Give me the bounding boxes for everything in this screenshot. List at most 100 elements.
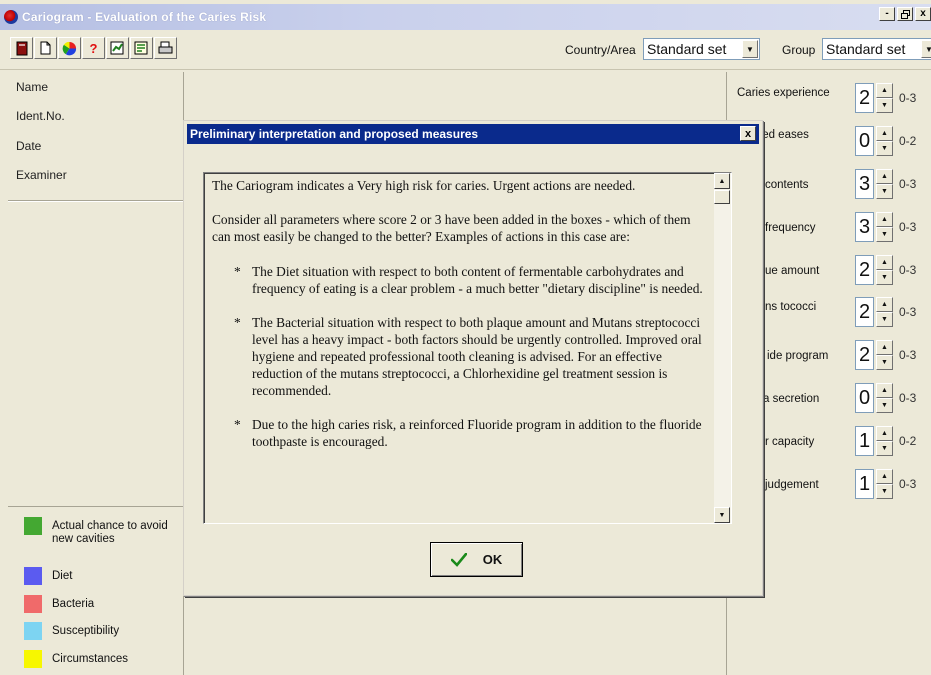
list-item: * The Diet situation with respect to bot… — [230, 263, 712, 297]
scroll-thumb[interactable] — [714, 190, 730, 204]
spinner: ▲ ▼ — [876, 212, 893, 242]
increment-button[interactable]: ▲ — [876, 126, 893, 141]
spinner: ▲ ▼ — [876, 469, 893, 499]
text-button[interactable] — [130, 37, 153, 59]
param-value[interactable]: 1 — [855, 426, 874, 456]
scroll-up-button[interactable]: ▲ — [714, 173, 730, 189]
chevron-down-icon[interactable]: ▼ — [921, 40, 931, 58]
param-diet-contents: contents 3 ▲ ▼ 0-3 — [737, 168, 931, 202]
param-value[interactable]: 3 — [855, 169, 874, 199]
decrement-button[interactable]: ▼ — [876, 184, 893, 199]
bullet-marker: * — [234, 315, 241, 330]
param-value[interactable]: 2 — [855, 297, 874, 327]
decrement-button[interactable]: ▼ — [876, 227, 893, 242]
param-range: 0-3 — [899, 477, 917, 491]
measures-list: * The Diet situation with respect to bot… — [212, 263, 712, 450]
restore-icon — [900, 9, 910, 19]
param-range: 0-3 — [899, 305, 917, 319]
decrement-button[interactable]: ▼ — [876, 355, 893, 370]
param-label: Caries experience — [737, 87, 830, 99]
pie-chart-button[interactable] — [58, 37, 81, 59]
decrement-button[interactable]: ▼ — [876, 484, 893, 499]
spinner: ▲ ▼ — [876, 297, 893, 327]
param-value[interactable]: 2 — [855, 83, 874, 113]
param-buffer-capacity: r capacity 1 ▲ ▼ 0-2 — [737, 425, 931, 459]
increment-button[interactable]: ▲ — [876, 340, 893, 355]
country-area-value: Standard set — [647, 41, 727, 57]
dialog-titlebar[interactable]: Preliminary interpretation and proposed … — [187, 124, 759, 144]
increment-button[interactable]: ▲ — [876, 212, 893, 227]
ok-button[interactable]: OK — [430, 542, 523, 577]
dialog-close-button[interactable]: x — [740, 126, 756, 141]
increment-button[interactable]: ▲ — [876, 169, 893, 184]
new-document-button[interactable] — [34, 37, 57, 59]
restore-button[interactable] — [897, 7, 913, 21]
param-plaque-amount: ue amount 2 ▲ ▼ 0-3 — [737, 254, 931, 288]
chevron-down-icon[interactable]: ▼ — [742, 40, 758, 58]
ok-label: OK — [482, 552, 503, 567]
minimize-button[interactable]: - — [879, 7, 895, 21]
param-caries-experience: Caries experience 2 ▲ ▼ 0-3 — [737, 82, 931, 116]
decrement-button[interactable]: ▼ — [876, 141, 893, 156]
legend-swatch — [24, 517, 42, 535]
window-title: Cariogram - Evaluation of the Caries Ris… — [22, 10, 267, 24]
decrement-button[interactable]: ▼ — [876, 312, 893, 327]
group-select[interactable]: Standard set ▼ — [822, 38, 931, 60]
country-area-label: Country/Area — [565, 43, 636, 57]
close-icon: x — [744, 127, 752, 140]
param-range: 0-3 — [899, 348, 917, 362]
interpretation-dialog: Preliminary interpretation and proposed … — [183, 120, 763, 596]
close-button[interactable]: x — [915, 7, 931, 21]
print-button[interactable] — [154, 37, 177, 59]
window-titlebar[interactable]: Cariogram - Evaluation of the Caries Ris… — [0, 4, 931, 30]
book-button[interactable] — [10, 37, 33, 59]
legend-label: Diet — [52, 570, 73, 582]
param-value[interactable]: 0 — [855, 126, 874, 156]
legend-item-circumstances: Circumstances — [24, 650, 128, 668]
ident-no-label: Ident.No. — [16, 109, 65, 124]
decrement-button[interactable]: ▼ — [876, 441, 893, 456]
spinner: ▲ ▼ — [876, 340, 893, 370]
new-document-icon — [40, 41, 51, 55]
decrement-button[interactable]: ▼ — [876, 98, 893, 113]
legend-item-bacteria: Bacteria — [24, 595, 94, 613]
vertical-scrollbar[interactable]: ▲ ▼ — [714, 173, 731, 523]
increment-button[interactable]: ▲ — [876, 297, 893, 312]
spinner: ▲ ▼ — [876, 426, 893, 456]
text-icon — [134, 41, 148, 55]
pie-chart-icon — [62, 41, 77, 55]
param-value[interactable]: 3 — [855, 212, 874, 242]
param-range: 0-3 — [899, 220, 917, 234]
country-area-select[interactable]: Standard set ▼ — [643, 38, 760, 60]
decrement-button[interactable]: ▼ — [876, 270, 893, 285]
increment-button[interactable]: ▲ — [876, 255, 893, 270]
param-value[interactable]: 1 — [855, 469, 874, 499]
param-range: 0-2 — [899, 134, 917, 148]
increment-button[interactable]: ▲ — [876, 426, 893, 441]
increment-button[interactable]: ▲ — [876, 469, 893, 484]
spinner: ▲ ▼ — [876, 126, 893, 156]
edit-chart-button[interactable] — [106, 37, 129, 59]
interpretation-text-box[interactable]: The Cariogram indicates a Very high risk… — [203, 172, 732, 524]
bullet-marker: * — [234, 264, 241, 279]
legend-label: Bacteria — [52, 598, 95, 610]
help-icon: ? — [89, 40, 98, 56]
param-range: 0-3 — [899, 177, 917, 191]
decrement-button[interactable]: ▼ — [876, 398, 893, 413]
edit-chart-icon — [110, 41, 124, 55]
increment-button[interactable]: ▲ — [876, 83, 893, 98]
scroll-down-button[interactable]: ▼ — [714, 507, 730, 523]
param-value[interactable]: 2 — [855, 255, 874, 285]
legend-label: Susceptibility — [52, 625, 120, 637]
date-label: Date — [16, 138, 42, 153]
param-value[interactable]: 0 — [855, 383, 874, 413]
group-value: Standard set — [826, 41, 906, 57]
param-value[interactable]: 2 — [855, 340, 874, 370]
param-range: 0-3 — [899, 91, 917, 105]
list-item-text: The Diet situation with respect to both … — [252, 264, 703, 296]
spinner: ▲ ▼ — [876, 169, 893, 199]
spinner: ▲ ▼ — [876, 255, 893, 285]
legend-swatch — [24, 622, 42, 640]
increment-button[interactable]: ▲ — [876, 383, 893, 398]
help-button[interactable]: ? — [82, 37, 105, 59]
